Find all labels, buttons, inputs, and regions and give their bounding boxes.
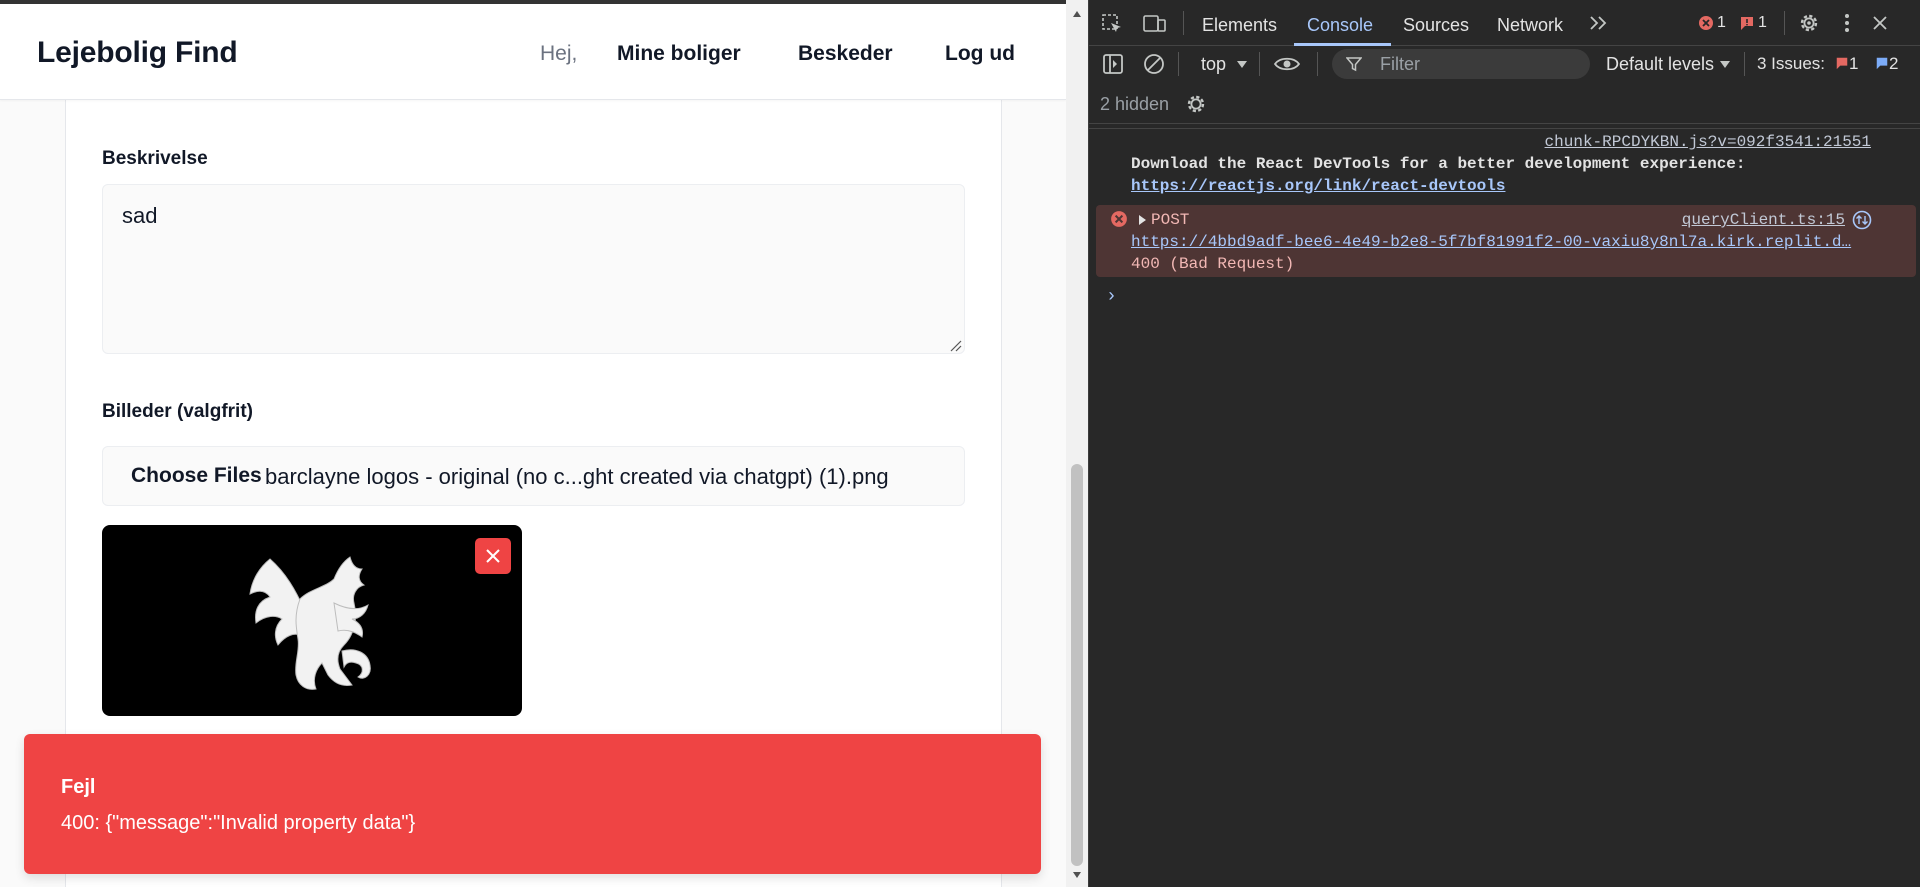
more-tabs-chevron-icon[interactable] [1589,15,1609,31]
nav-link-messages[interactable]: Beskeder [798,42,893,66]
issues-label[interactable]: 3 Issues: [1757,54,1825,74]
filter-funnel-icon [1346,57,1362,72]
request-method[interactable]: POST [1151,211,1189,229]
log-source-link[interactable]: chunk-RPCDYKBN.js?v=092f3541:21551 [1545,133,1871,151]
remove-image-button[interactable] [475,538,511,574]
hidden-messages-count: 2 hidden [1100,94,1170,114]
selected-file-name: barclayne logos - original (no c...ght c… [265,464,889,489]
device-toolbar-icon[interactable] [1143,13,1167,35]
brand-logo-text[interactable]: Lejebolig Find [37,36,238,70]
close-icon [486,549,500,563]
page-scrollbar[interactable] [1066,0,1088,887]
error-x-icon [1111,211,1127,227]
tab-network[interactable]: Network [1497,15,1563,36]
console-error-row: POST queryClient.ts:15 https://4bbd9adf-… [1096,205,1916,277]
warning-count[interactable]: 1 [1758,14,1767,32]
error-count[interactable]: 1 [1717,14,1726,32]
react-devtools-link[interactable]: https://reactjs.org/link/react-devtools [1131,177,1505,195]
scroll-up-arrow-icon[interactable] [1072,10,1082,18]
expand-triangle-icon[interactable] [1137,215,1147,225]
context-dropdown-arrow-icon[interactable] [1237,61,1247,68]
user-greeting: Hej, [540,42,578,65]
live-expression-eye-icon[interactable] [1273,55,1301,73]
clear-console-icon[interactable] [1143,53,1165,75]
issues-error-icon[interactable] [1835,56,1849,70]
inspect-element-icon[interactable] [1101,13,1123,35]
tab-elements[interactable]: Elements [1202,15,1277,36]
sidebar-toggle-icon[interactable] [1102,53,1124,75]
response-status: 400 (Bad Request) [1131,255,1295,273]
network-request-icon[interactable] [1852,210,1872,230]
choose-files-button[interactable]: Choose Files [131,464,262,488]
issues-error-count[interactable]: 1 [1849,54,1858,74]
levels-dropdown-arrow-icon[interactable] [1720,61,1730,68]
top-navbar: Lejebolig Find Hej, Mine boliger Beskede… [0,4,1066,100]
console-settings-gear-icon[interactable] [1185,93,1207,115]
griffin-logo-icon [249,556,371,690]
devtools-panel: Elements Console Sources Network 1 1 top… [1088,0,1920,887]
filter-placeholder: Filter [1380,54,1420,74]
error-source-link[interactable]: queryClient.ts:15 [1682,211,1845,229]
settings-gear-icon[interactable] [1798,12,1820,34]
issues-info-count[interactable]: 2 [1889,54,1898,74]
description-label: Beskrivelse [102,148,208,169]
context-select[interactable]: top [1201,54,1226,75]
nav-link-logout[interactable]: Log ud [945,42,1015,66]
scrollbar-thumb[interactable] [1071,464,1083,866]
web-app-viewport: Lejebolig Find Hej, Mine boliger Beskede… [0,0,1066,887]
toast-message: 400: {"message":"Invalid property data"} [61,812,416,834]
images-label: Billeder (valgfrit) [102,401,253,422]
active-tab-indicator [1294,43,1391,46]
file-input[interactable]: Choose Files barclayne logos - original … [102,446,965,506]
issues-info-icon[interactable] [1875,56,1889,70]
error-toast[interactable]: Fejl 400: {"message":"Invalid property d… [24,734,1041,874]
more-options-kebab-icon[interactable] [1844,13,1850,33]
tab-sources[interactable]: Sources [1403,15,1469,36]
console-filter-input[interactable]: Filter [1332,49,1590,79]
request-url-link[interactable]: https://4bbd9adf-bee6-4e49-b2e8-5f7bf819… [1131,233,1876,251]
close-devtools-icon[interactable] [1871,14,1889,32]
toast-title: Fejl [61,776,96,798]
scroll-down-arrow-icon[interactable] [1072,871,1082,879]
tab-console[interactable]: Console [1307,15,1373,36]
description-textarea[interactable]: sad [102,184,965,354]
devtools-tabbar: Elements Console Sources Network 1 1 [1089,0,1920,46]
warning-message-icon[interactable] [1739,15,1755,31]
image-preview [102,525,522,716]
log-message: Download the React DevTools for a better… [1131,155,1746,173]
resize-handle-icon[interactable] [950,340,962,352]
log-levels-select[interactable]: Default levels [1606,54,1714,75]
console-input-prompt[interactable]: › [1106,287,1117,307]
nav-link-my-properties[interactable]: Mine boliger [617,42,741,66]
error-count-icon[interactable] [1698,15,1714,31]
